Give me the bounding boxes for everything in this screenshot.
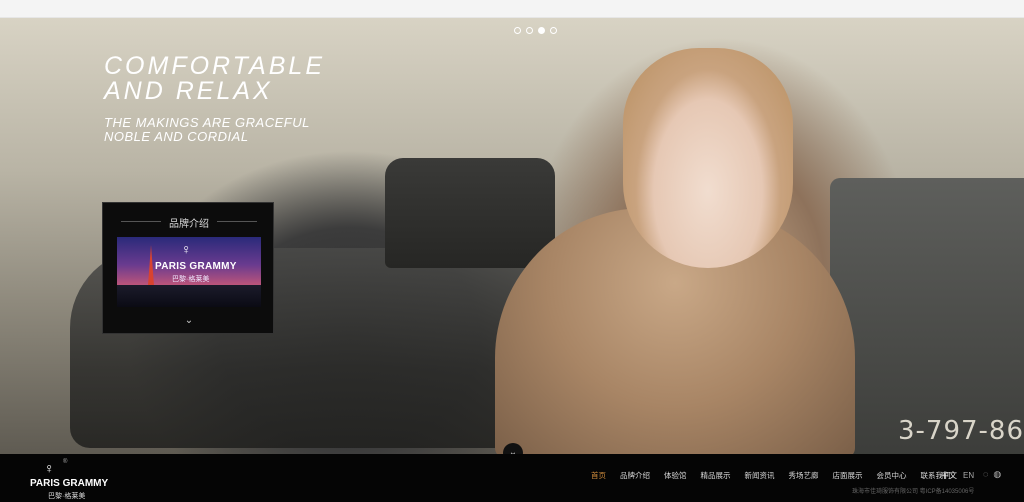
logo-figure-icon: ♀ (44, 460, 55, 476)
lang-en[interactable]: EN (963, 471, 974, 480)
logo-cn-text: 巴黎·格莱美 (48, 493, 86, 500)
nav-item-home[interactable]: 首页 (584, 470, 613, 484)
logo-en-text: PARIS GRAMMY (30, 478, 109, 489)
nav-item-brand[interactable]: 品牌介绍 (613, 470, 657, 484)
nav-item-news[interactable]: 新闻资讯 (738, 470, 782, 484)
lang-cn[interactable]: 中文 (941, 471, 957, 480)
city-skyline (117, 285, 261, 307)
subline-1: THE MAKINGS ARE GRACEFUL (104, 115, 310, 130)
slider-dot-1[interactable] (514, 27, 521, 34)
slider-dot-2[interactable] (526, 27, 533, 34)
subline-2: NOBLE AND CORDIAL (104, 129, 249, 144)
nav-item-gallery[interactable]: 秀场艺廊 (782, 470, 826, 484)
headline-line-2: AND RELAX (104, 77, 273, 105)
slider-dot-3[interactable] (538, 27, 545, 34)
chevron-down-icon[interactable]: ⌄ (103, 315, 275, 326)
slider-dots (514, 27, 557, 34)
footer-logo[interactable]: ♀ ® PARIS GRAMMY 巴黎·格莱美 (30, 459, 108, 500)
hero-banner: 3-797-86 COMFORTABLE AND RELAX THE MAKIN… (0, 18, 1024, 454)
brand-figure-icon: ♀ (181, 241, 192, 257)
headline-line-1: COMFORTABLE (104, 52, 325, 80)
nav-item-experience[interactable]: 体验馆 (657, 470, 694, 484)
locomotive-plate: 3-797-86 (898, 416, 1024, 446)
footer-nav: 首页 品牌介绍 体验馆 精品展示 新闻资讯 秀场艺廊 店面展示 会员中心 联系我… (584, 470, 958, 484)
locomotive-dome (385, 158, 555, 268)
brand-intro-title: 品牌介绍 (103, 215, 275, 230)
social-icons: ◌ ◍ (983, 469, 1001, 480)
slider-dot-4[interactable] (550, 27, 557, 34)
brand-intro-image[interactable]: ♀ PARIS GRAMMY 巴黎·格莱美 (117, 237, 261, 307)
logo-registered: ® (63, 459, 68, 465)
top-bar (0, 0, 1024, 18)
weibo-icon[interactable]: ◍ (993, 469, 1001, 480)
brand-logo-cn: 巴黎·格莱美 (172, 276, 210, 283)
language-switch: 中文 EN (941, 470, 980, 481)
locomotive-cab (830, 178, 1024, 454)
hero-headline: COMFORTABLE AND RELAX (104, 54, 325, 104)
brand-intro-card[interactable]: 品牌介绍 ♀ PARIS GRAMMY 巴黎·格莱美 ⌄ (102, 202, 274, 334)
nav-item-products[interactable]: 精品展示 (694, 470, 738, 484)
copyright-text: 珠海市佳琦服饰有限公司 粤ICP备14035006号 (852, 489, 975, 495)
brand-logo-text: PARIS GRAMMY (155, 261, 237, 272)
footer-bar: ♀ ® PARIS GRAMMY 巴黎·格莱美 首页 品牌介绍 体验馆 精品展示… (0, 454, 1024, 502)
nav-item-members[interactable]: 会员中心 (870, 470, 914, 484)
hero-subline: THE MAKINGS ARE GRACEFUL NOBLE AND CORDI… (104, 116, 310, 144)
nav-item-stores[interactable]: 店面展示 (826, 470, 870, 484)
wechat-icon[interactable]: ◌ (983, 469, 988, 480)
model-portrait (623, 48, 793, 268)
